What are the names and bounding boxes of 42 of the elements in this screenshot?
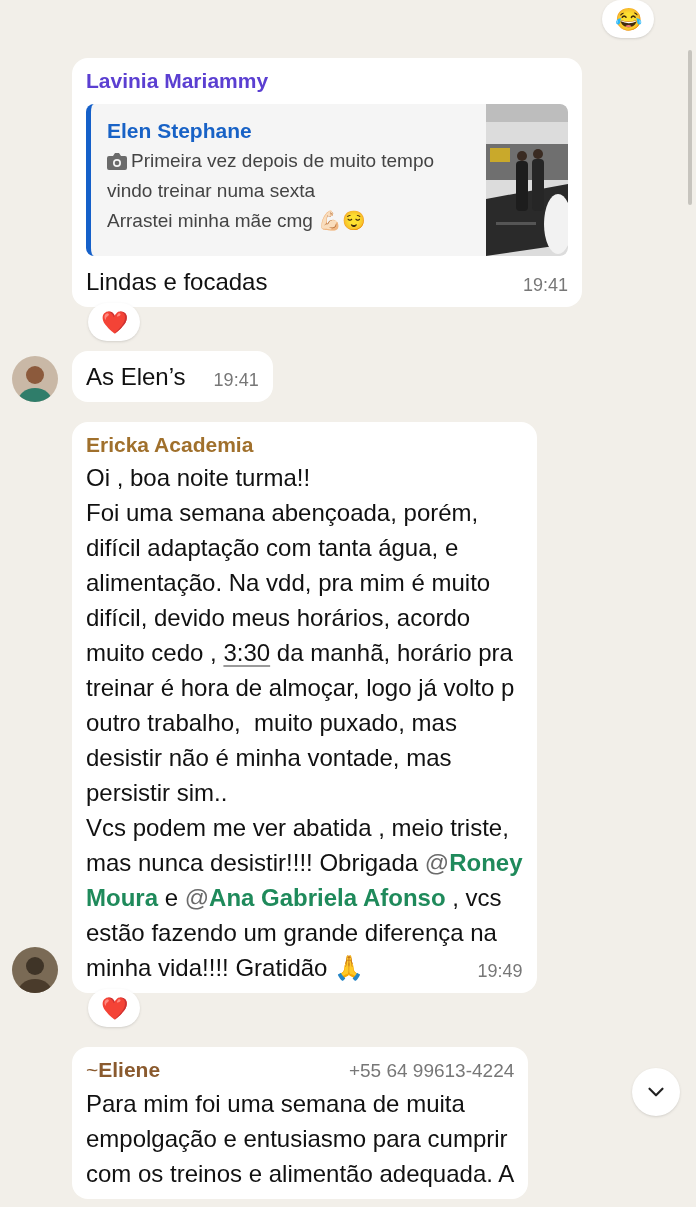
quoted-author: Elen Stephane	[107, 118, 253, 144]
message-text: persistir sim..	[86, 778, 229, 808]
message-time: 19:41	[522, 274, 568, 297]
camera-icon	[107, 152, 127, 170]
mention-link[interactable]: Moura	[86, 884, 158, 911]
quoted-message[interactable]: Elen Stephane Primeira vez depois de muito tempo vindo treinar numa sexta Arrastei minha mãe cmg 💪🏻😌	[86, 104, 568, 256]
message-text: Lindas e focadas	[86, 267, 268, 297]
message-time: 19:49	[477, 960, 523, 983]
avatar[interactable]	[12, 947, 58, 993]
quoted-text: Arrastei minha mãe cmg 💪🏻😌	[107, 209, 367, 233]
mention-link[interactable]: @Roney	[424, 849, 523, 876]
sender-name[interactable]: Ericka Academia	[86, 430, 254, 460]
message-text: difícil adaptação com tanta água, e	[86, 533, 460, 563]
avatar[interactable]	[12, 356, 58, 402]
sender-name[interactable]: ~Eliene	[86, 1055, 161, 1085]
message-text: Oi , boa noite turma!!	[86, 463, 312, 493]
message-text: Vcs podem me ver abatida , meio triste,	[86, 813, 510, 843]
message-text: mas nunca desistir!!!! Obrigada @Roney	[86, 848, 523, 878]
message-text: treinar é hora de almoçar, logo já volto p	[86, 673, 516, 703]
mention-link[interactable]: @Ana Gabriela Afonso	[184, 884, 446, 911]
quoted-text: vindo treinar numa sexta	[107, 179, 316, 203]
reaction-badge[interactable]: ❤	[88, 989, 140, 1027]
message-text: outro trabalho, muito puxado, mas	[86, 708, 458, 738]
message-text: desistir não é minha vontade, mas	[86, 743, 453, 773]
message-text: estão fazendo um grande diferença na	[86, 918, 498, 948]
message-text: Foi uma semana abençoada, porém,	[86, 498, 480, 528]
quoted-text: Primeira vez depois de muito tempo	[131, 149, 435, 173]
message-text: muito cedo , 3:30 da manhã, horário pra	[86, 638, 514, 668]
time-link[interactable]: 3:30	[223, 639, 271, 666]
message-text: empolgação e entusiasmo para cumprir	[86, 1123, 509, 1154]
scrollbar[interactable]	[688, 50, 692, 205]
message-text: difícil, devido meus horários, acordo	[86, 603, 472, 633]
message-time: 19:41	[213, 369, 259, 392]
message-text: Para mim foi uma semana de muita	[86, 1088, 466, 1119]
message-text: Moura e @Ana Gabriela Afonso , vcs	[86, 883, 503, 913]
message-text: alimentação. Na vdd, pra mim é muito	[86, 568, 492, 598]
phone-number: +55 64 99613-4224	[348, 1059, 515, 1083]
sender-name[interactable]: Lavinia Mariammy	[86, 66, 269, 96]
message-text: As Elen’s	[86, 362, 186, 392]
reaction-badge[interactable]: ❤	[88, 303, 140, 341]
message-text: com os treinos e alimentão adequada. A	[86, 1158, 515, 1189]
message-text: minha vida!!!! Gratidão 🙏	[86, 953, 365, 983]
